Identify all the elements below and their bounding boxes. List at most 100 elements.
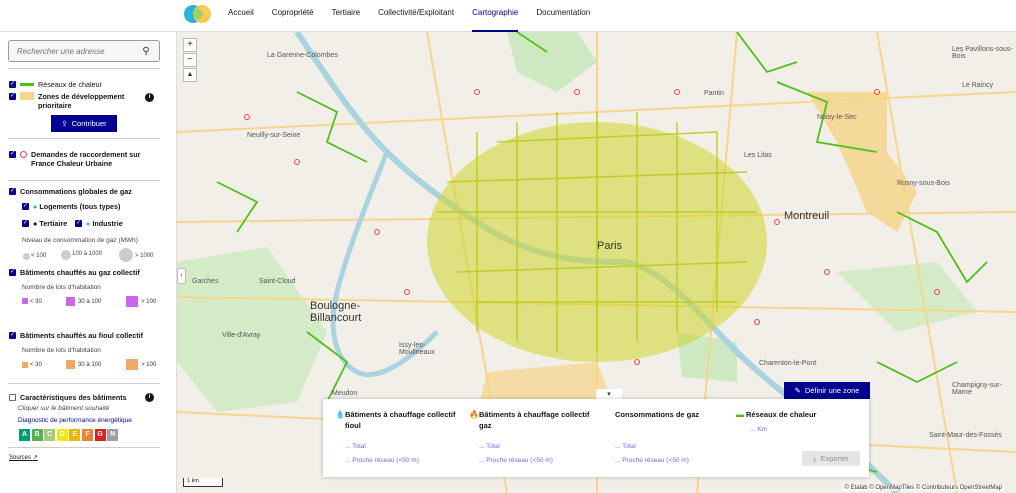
map-label-saint-cloud: Saint-Cloud	[259, 278, 296, 285]
layer-logements[interactable]: ✓ ● Logements (tous types)	[22, 202, 120, 211]
panel-conso-total[interactable]: ... Total	[615, 443, 745, 450]
map-label-saint-maur: Saint-Maur-des-Fossés	[929, 432, 1002, 439]
checkbox-carac[interactable]	[9, 394, 16, 401]
contribuer-button[interactable]: ⇪ Contribuer	[51, 115, 117, 132]
map-attribution[interactable]: © Etalab © OpenMapTiles © Contributeurs …	[842, 485, 1004, 491]
dpe-c: C	[44, 429, 56, 441]
nav-cartographie[interactable]: Cartographie	[472, 0, 519, 32]
define-zone-button[interactable]: ✎ Définir une zone	[784, 382, 870, 399]
nav-accueil[interactable]: Accueil	[228, 0, 254, 32]
dpe-d: D	[56, 429, 68, 441]
panel-gaz-title: Bâtiments à chauffage collectif gaz	[479, 410, 590, 430]
top-header: Accueil Copropriété Tertiaire Collectivi…	[0, 0, 1016, 32]
demand-legend-icon	[20, 151, 27, 158]
nav-copropriete[interactable]: Copropriété	[272, 0, 314, 32]
gaz-mid-square-icon	[66, 297, 75, 306]
search-icon[interactable]: ⚲	[137, 42, 155, 60]
dpe-scale: A B C D E F G N	[19, 429, 120, 441]
collapse-sidebar-button[interactable]: ‹	[177, 268, 186, 284]
panel-gaz-total[interactable]: ... Total	[479, 443, 599, 450]
map-label-pantin: Pantin	[704, 90, 724, 97]
network-icon: ▬	[736, 410, 744, 419]
panel-gaz-proche[interactable]: ... Proche réseau (<50 m)	[479, 457, 599, 464]
info-icon[interactable]: i	[145, 93, 154, 102]
checkbox-logements[interactable]: ✓	[22, 203, 29, 210]
layer-bat-fioul[interactable]: ✓ Bâtiments chauffés au fioul collectif	[9, 331, 143, 340]
layer-gaz[interactable]: ✓ Consommations globales de gaz	[9, 187, 132, 196]
layer-tertiaire[interactable]: ✓ ● Tertiaire	[22, 219, 67, 228]
panel-fioul-total[interactable]: ... Total	[345, 443, 465, 450]
export-button[interactable]: ⤓ Exporter	[802, 451, 860, 466]
map-label-rosny: Rosny-sous-Bois	[897, 180, 950, 187]
divider	[8, 383, 160, 384]
map-label-meudon: Meudon	[332, 390, 358, 397]
dpe-f: F	[81, 429, 93, 441]
nav-collectivite[interactable]: Collectivité/Exploitant	[378, 0, 454, 32]
divider	[8, 68, 160, 69]
layer-bat-gaz[interactable]: ✓ Bâtiments chauffés au gaz collectif	[9, 268, 140, 277]
zoom-in-button[interactable]: +	[183, 38, 197, 52]
main-nav: Accueil Copropriété Tertiaire Collectivi…	[228, 0, 608, 32]
map-label-noisy: Noisy-le-Sec	[817, 114, 857, 121]
checkbox-gaz[interactable]: ✓	[9, 188, 16, 195]
layer-demandes[interactable]: ✓ Demandes de raccordement sur France Ch…	[9, 150, 159, 168]
panel-conso-proche[interactable]: ... Proche réseau (<50 m)	[615, 457, 745, 464]
compass-icon[interactable]: ▲	[183, 68, 197, 82]
download-icon: ⤓	[813, 453, 817, 463]
layer-zones-label: Zones de développement prioritaire	[38, 92, 125, 110]
niveau-high-label: > 1000	[135, 253, 154, 259]
medium-circle-icon	[61, 250, 71, 260]
fioul-small-square-icon	[22, 362, 28, 368]
panel-reseaux-km[interactable]: ... Km	[750, 426, 866, 433]
layer-reseaux[interactable]: ✓ Réseaux de chaleur	[9, 80, 102, 89]
dpe-b: B	[31, 429, 43, 441]
dpe-label: Diagnostic de performance énergétique	[18, 417, 132, 424]
checkbox-industrie[interactable]: ✓	[75, 220, 82, 227]
map-label-lilas: Les Lilas	[744, 152, 772, 159]
map-label-ville-davray: Ville-d'Avray	[222, 332, 261, 339]
export-label: Exporter	[820, 454, 849, 463]
map-label-pavillons: Les Pavillons-sous-Bois	[952, 46, 1013, 60]
layer-carac[interactable]: Caractéristiques des bâtiments	[9, 393, 127, 402]
dpe-n: N	[107, 429, 119, 441]
map-label-charenton: Charenton-le-Pont	[759, 360, 817, 367]
layer-reseaux-label: Réseaux de chaleur	[38, 80, 102, 89]
external-link-icon: ↗	[32, 455, 38, 461]
checkbox-reseaux[interactable]: ✓	[9, 81, 16, 88]
lots-fioul-label: Nombre de lots d'habitation	[22, 347, 101, 354]
checkbox-bat-gaz[interactable]: ✓	[9, 269, 16, 276]
checkbox-demandes[interactable]: ✓	[9, 151, 16, 158]
niveau-low-label: < 100	[31, 253, 47, 259]
contribuer-label: Contribuer	[71, 119, 107, 128]
panel-conso-title: Consommations de gaz	[615, 410, 700, 419]
small-circle-icon	[23, 253, 30, 260]
checkbox-zones[interactable]: ✓	[9, 93, 16, 100]
fioul-lots-mid: 30 à 100	[78, 362, 102, 368]
flame-icon: 🔥	[469, 410, 479, 419]
nav-tertiaire[interactable]: Tertiaire	[332, 0, 360, 32]
map-label-issy: Issy-les-Moulineaux	[399, 342, 435, 356]
address-search: ⚲	[8, 40, 160, 62]
logements-dot-icon: ●	[33, 202, 38, 211]
search-input[interactable]	[9, 41, 137, 61]
site-logo[interactable]	[183, 3, 215, 25]
layer-industrie[interactable]: ✓ ● Industrie	[75, 219, 123, 228]
info-icon[interactable]: i	[145, 393, 154, 402]
fioul-mid-square-icon	[66, 360, 75, 369]
layer-zones[interactable]: ✓ Zones de développement prioritaire	[9, 92, 139, 110]
nav-documentation[interactable]: Documentation	[536, 0, 590, 32]
gaz-lots-mid: 30 à 100	[78, 299, 102, 305]
panel-fioul: 💧 Bâtiments à chauffage collectif fioul .…	[335, 409, 465, 464]
checkbox-bat-fioul[interactable]: ✓	[9, 332, 16, 339]
sources-link[interactable]: Sources ↗	[9, 454, 38, 461]
gaz-small-square-icon	[22, 298, 28, 304]
map-label-raincy: Le Raincy	[962, 82, 994, 89]
layer-demandes-label: Demandes de raccordement sur France Chal…	[31, 150, 141, 168]
map-label-champigny: Champigny-sur-Marne	[952, 382, 1002, 396]
zoom-out-button[interactable]: −	[183, 53, 197, 67]
checkbox-tertiaire[interactable]: ✓	[22, 220, 29, 227]
panel-fioul-proche[interactable]: ... Proche réseau (<50 m)	[345, 457, 465, 464]
layers-sidebar: ⚲ ✓ Réseaux de chaleur ✓ Zones de dévelo…	[0, 32, 177, 493]
upload-icon: ⇪	[61, 119, 68, 128]
large-circle-icon	[119, 248, 133, 262]
